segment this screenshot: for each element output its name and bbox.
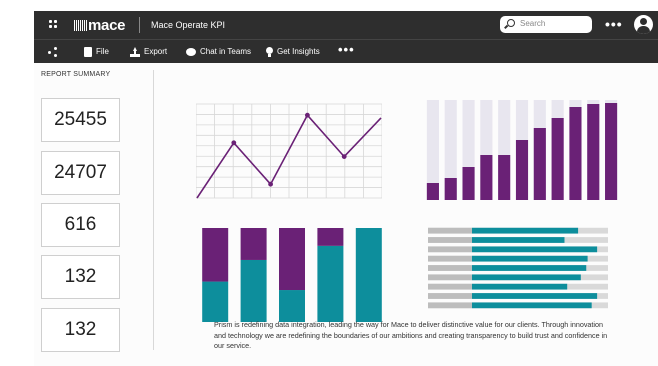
bar-label-track — [428, 255, 472, 262]
toolbar: File Export Chat in Teams Get Insights •… — [34, 39, 658, 63]
bar-segment-teal — [240, 259, 267, 322]
bar — [472, 283, 568, 290]
bar-segment-teal — [202, 281, 229, 322]
chat-icon — [186, 47, 196, 56]
bar — [472, 274, 581, 281]
toolbar-more-button[interactable]: ••• — [338, 42, 355, 57]
bar-label-track — [428, 265, 472, 271]
bar — [472, 246, 598, 253]
kpi-card[interactable]: 616 — [41, 203, 120, 247]
search-placeholder: Search — [520, 19, 546, 28]
bar — [480, 155, 493, 200]
bar — [444, 178, 457, 200]
bar-label-track — [428, 227, 472, 234]
bar-segment-teal — [317, 245, 344, 322]
bar — [472, 265, 587, 271]
caption-text: Prism is redefining data integration, le… — [214, 320, 608, 350]
file-icon — [84, 46, 92, 57]
bar-segment-teal — [279, 290, 305, 322]
bar-segment-purple — [279, 228, 305, 291]
bar — [498, 155, 511, 200]
vertical-bar-chart[interactable] — [424, 100, 620, 200]
bar-segment-purple — [317, 228, 344, 246]
bar — [551, 118, 564, 200]
bar — [472, 227, 579, 234]
bar — [472, 293, 598, 299]
bar-segment-purple — [240, 228, 267, 260]
search-icon — [507, 19, 515, 27]
share-button[interactable] — [48, 45, 62, 59]
kpi-card[interactable]: 24707 — [41, 151, 120, 195]
app-title: Mace Operate KPI — [151, 20, 226, 30]
kpi-card[interactable]: 25455 — [41, 98, 120, 142]
bar-label-track — [428, 246, 472, 253]
data-point — [268, 181, 273, 187]
export-button[interactable]: Export — [130, 45, 167, 59]
bar — [515, 140, 529, 200]
data-point — [231, 140, 237, 146]
stacked-bar-chart[interactable] — [196, 228, 388, 322]
kpi-card[interactable]: 132 — [41, 308, 120, 352]
app-launcher-icon[interactable] — [49, 20, 61, 32]
bar-label-track — [428, 293, 472, 299]
file-label: File — [96, 47, 109, 56]
bar — [569, 107, 582, 200]
user-icon — [640, 18, 647, 25]
bar — [472, 255, 588, 262]
export-icon — [130, 46, 140, 57]
bar — [472, 302, 592, 309]
bar-label-track — [428, 283, 472, 290]
bar-segment-teal — [355, 228, 382, 322]
title-divider — [139, 17, 140, 33]
bar-segment-purple — [202, 228, 229, 282]
avatar[interactable] — [634, 15, 653, 34]
chat-in-teams-button[interactable]: Chat in Teams — [186, 45, 251, 59]
insights-label: Get Insights — [277, 47, 320, 56]
brand-logo: mace — [74, 17, 125, 34]
horizontal-bar-chart[interactable] — [428, 226, 608, 310]
bar-label-track — [428, 237, 472, 243]
export-label: Export — [144, 47, 168, 56]
share-icon — [48, 46, 58, 57]
bar-label-track — [428, 302, 472, 309]
title-bar: mace Mace Operate KPI Search ••• — [34, 11, 658, 39]
section-divider — [153, 70, 154, 350]
bar — [587, 104, 600, 200]
bar — [605, 103, 618, 200]
bar — [472, 237, 565, 243]
get-insights-button[interactable]: Get Insights — [266, 45, 320, 59]
data-point — [305, 112, 310, 118]
chat-label: Chat in Teams — [200, 47, 251, 56]
bar — [462, 167, 475, 200]
file-button[interactable]: File — [84, 45, 109, 59]
bar — [426, 183, 439, 200]
bar-label-track — [428, 274, 472, 281]
kpi-card[interactable]: 132 — [41, 255, 120, 299]
search-input[interactable]: Search — [500, 16, 592, 33]
bar — [533, 128, 546, 200]
line-chart[interactable] — [196, 100, 382, 200]
report-summary-title: REPORT SUMMARY — [41, 71, 111, 78]
data-point — [341, 154, 347, 159]
lightbulb-icon — [266, 46, 273, 57]
more-options-button[interactable]: ••• — [605, 16, 623, 32]
